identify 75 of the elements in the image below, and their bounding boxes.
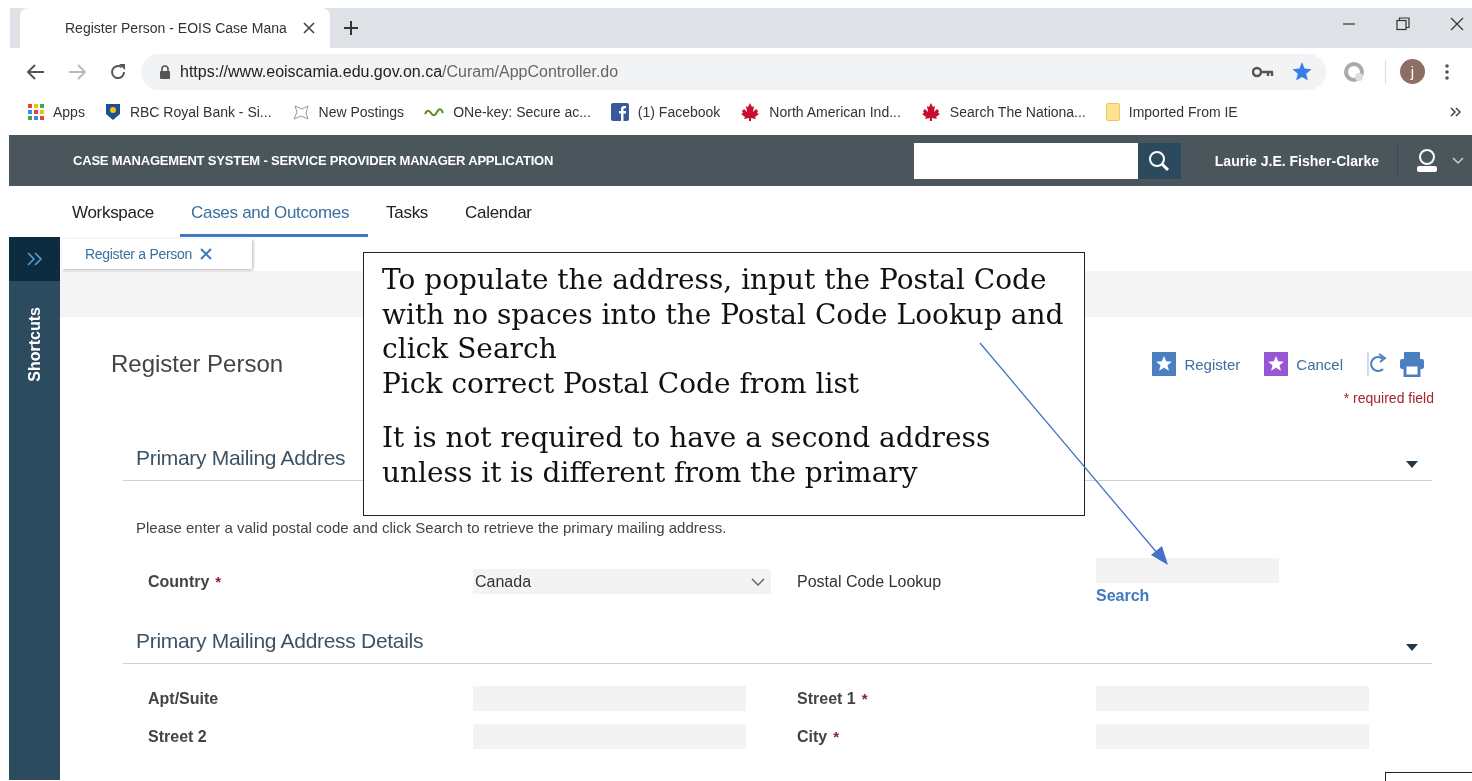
search-field[interactable] (913, 142, 1138, 179)
shortcuts-label[interactable]: Shortcuts (25, 307, 44, 382)
reload-icon[interactable] (109, 62, 127, 81)
country-dropdown[interactable]: Canada (473, 569, 771, 594)
search-link[interactable]: Search (1096, 587, 1150, 605)
instruction-text: Please enter a valid postal code and click Search to retrieve the primary mailing address. (136, 519, 728, 536)
apps-icon (28, 104, 44, 120)
nav-tab[interactable]: Workspace (72, 186, 174, 237)
bookmark-link[interactable]: ONe-key: Secure ac... (453, 104, 591, 120)
chevron-icon[interactable] (1450, 106, 1462, 118)
chevron-down-icon[interactable] (1452, 156, 1464, 165)
url-text: https://www.eoiscamia.edu.gov.on.ca/Curam/AppController.do (180, 62, 619, 81)
chevron-down-icon (751, 577, 765, 586)
bookmark-link[interactable]: Apps (53, 104, 85, 120)
field-label: City (797, 727, 828, 746)
shield-icon (104, 103, 121, 121)
expand-button[interactable] (9, 237, 60, 281)
facebook-icon (610, 103, 629, 121)
maple-leaf-icon (920, 102, 941, 122)
collapse-icon[interactable] (1406, 641, 1418, 653)
restore-icon[interactable] (1396, 17, 1410, 31)
page-tab[interactable]: Register a Person (62, 239, 252, 269)
tab-title: Register Person - EOIS Case Mana (65, 20, 288, 36)
bookmark-link[interactable]: North American Ind... (769, 104, 901, 120)
section-title[interactable]: Primary Mailing Address Details (136, 629, 424, 653)
postal-code-field[interactable] (1096, 558, 1279, 583)
nav-tab[interactable]: Calendar (465, 186, 551, 237)
print-icon[interactable] (1399, 351, 1425, 377)
lock-icon (159, 64, 171, 79)
field-label: Postal Code Lookup (797, 572, 942, 591)
field-label: Street 1 (797, 689, 856, 708)
page-title: Register Person (111, 350, 284, 378)
user-name[interactable]: Laurie J.E. Fisher-Clarke (1214, 152, 1379, 169)
maple-leaf-icon (740, 102, 761, 122)
key-icon[interactable] (1252, 65, 1274, 78)
bookmark-link[interactable]: RBC Royal Bank - Si... (129, 104, 272, 120)
profile-avatar[interactable]: j (1400, 59, 1425, 84)
section-title[interactable]: Primary Mailing Addres (136, 446, 346, 470)
tab-label: Register a Person (85, 246, 192, 262)
bookmark-link[interactable]: New Postings (318, 104, 405, 120)
close-icon[interactable] (199, 248, 212, 260)
search-button[interactable] (1137, 142, 1181, 179)
search-icon (1148, 149, 1171, 172)
field-label: Street 2 (148, 727, 207, 746)
callout-text: To populate the address, input the Postal Code with no spaces into the Postal Code Lookup and click Search (382, 263, 1065, 367)
nav-tab[interactable]: Tasks (386, 186, 448, 237)
app-title: CASE MANAGEMENT SYSTEM - SERVICE PROVIDER MANAGER APPLICATION (73, 153, 554, 168)
required-mark: * (833, 727, 840, 745)
page-icon (1105, 103, 1120, 121)
callout-text: It is not required to have a second address unless it is different from the primary (382, 421, 992, 490)
new-tab-icon[interactable] (344, 21, 358, 35)
required-note: * required field (1342, 390, 1434, 406)
bookmark-link[interactable]: Imported From IE (1128, 104, 1238, 120)
address-bar[interactable]: https://www.eoiscamia.edu.gov.on.ca/Curam/AppController.do (141, 53, 1326, 90)
user-icon[interactable] (1416, 148, 1438, 173)
double-chevron-icon (25, 252, 44, 266)
squiggle-icon (424, 108, 445, 116)
bookmark-link[interactable]: (1) Facebook (637, 104, 721, 120)
flower-icon (291, 103, 310, 121)
browser-tab[interactable]: Register Person - EOIS Case Mana (20, 8, 330, 48)
close-icon[interactable] (1450, 17, 1464, 31)
field-label: Apt/Suite (148, 689, 219, 708)
star-icon[interactable] (1292, 62, 1312, 81)
callout-text: Pick correct Postal Code from list (382, 366, 861, 401)
required-mark: * (215, 572, 222, 590)
more-icon[interactable] (1445, 63, 1449, 80)
field-label: Country (148, 572, 210, 591)
refresh-icon[interactable] (1367, 351, 1389, 377)
required-mark: * (861, 689, 868, 707)
bookmark-link[interactable]: Search The Nationa... (949, 104, 1086, 120)
cancel-link[interactable]: Cancel (1264, 352, 1343, 376)
back-icon[interactable] (27, 63, 45, 80)
collapse-icon[interactable] (1406, 458, 1418, 470)
register-link[interactable]: Register (1152, 352, 1241, 376)
close-icon[interactable] (303, 22, 315, 34)
